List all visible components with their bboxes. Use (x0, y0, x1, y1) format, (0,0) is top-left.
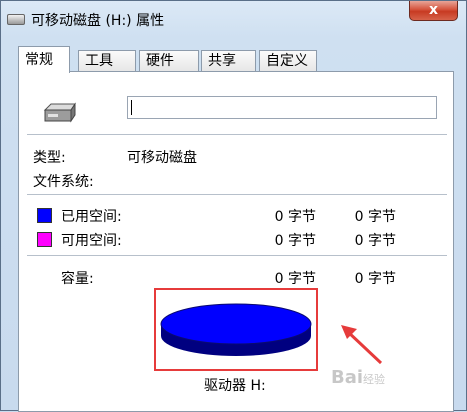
drive-letter-label: 驱动器 H: (204, 378, 266, 394)
free-space-size: 0 字节 (354, 233, 396, 249)
removable-drive-icon (43, 102, 76, 123)
filesystem-label: 文件系统: (33, 174, 94, 190)
disk-usage-pie-chart (160, 303, 312, 369)
red-arrow-annotation (341, 325, 383, 365)
properties-window: 可移动磁盘 (H:) 属性 x 常规 工具 硬件 共享 自定义 类型: 可移动磁… (0, 0, 467, 412)
close-icon: x (428, 2, 439, 18)
highlight-box (154, 288, 318, 371)
free-space-swatch (37, 232, 52, 247)
tab-label: 共享 (208, 53, 236, 69)
watermark-text: Bai (331, 367, 364, 388)
free-space-bytes: 0 字节 (274, 233, 316, 249)
divider (27, 194, 447, 195)
text-caret (131, 100, 132, 115)
watermark-sub: 经验 (363, 373, 386, 386)
window-title: 可移动磁盘 (H:) 属性 (31, 13, 165, 29)
divider (27, 255, 447, 256)
used-space-swatch (37, 208, 52, 223)
type-value: 可移动磁盘 (127, 150, 197, 166)
type-label: 类型: (33, 150, 66, 166)
general-panel: 类型: 可移动磁盘 文件系统: 已用空间: 0 字节 0 字节 可用空间: 0 … (18, 71, 454, 412)
close-button[interactable]: x (409, 1, 458, 21)
free-space-label: 可用空间: (61, 233, 122, 249)
pie-slice-used (160, 303, 312, 345)
tab-label: 常规 (25, 52, 53, 68)
watermark-logo: Bai经验 (331, 367, 385, 388)
used-space-bytes: 0 字节 (274, 209, 316, 225)
tab-label: 工具 (85, 53, 113, 69)
title-bar[interactable]: 可移动磁盘 (H:) 属性 x (1, 1, 466, 35)
tab-tools[interactable]: 工具 (78, 50, 136, 72)
tab-label: 自定义 (266, 53, 308, 69)
tab-label: 硬件 (146, 53, 174, 69)
used-space-size: 0 字节 (354, 209, 396, 225)
capacity-bytes: 0 字节 (274, 271, 316, 287)
tab-general[interactable]: 常规 (18, 46, 70, 73)
tab-sharing[interactable]: 共享 (201, 50, 256, 72)
drive-icon (7, 14, 25, 25)
used-space-label: 已用空间: (61, 209, 122, 225)
volume-name-input[interactable] (127, 96, 437, 119)
tab-hardware[interactable]: 硬件 (139, 50, 199, 72)
capacity-size: 0 字节 (354, 271, 396, 287)
divider (27, 134, 447, 135)
capacity-label: 容量: (61, 271, 94, 287)
tab-customize[interactable]: 自定义 (259, 50, 317, 72)
